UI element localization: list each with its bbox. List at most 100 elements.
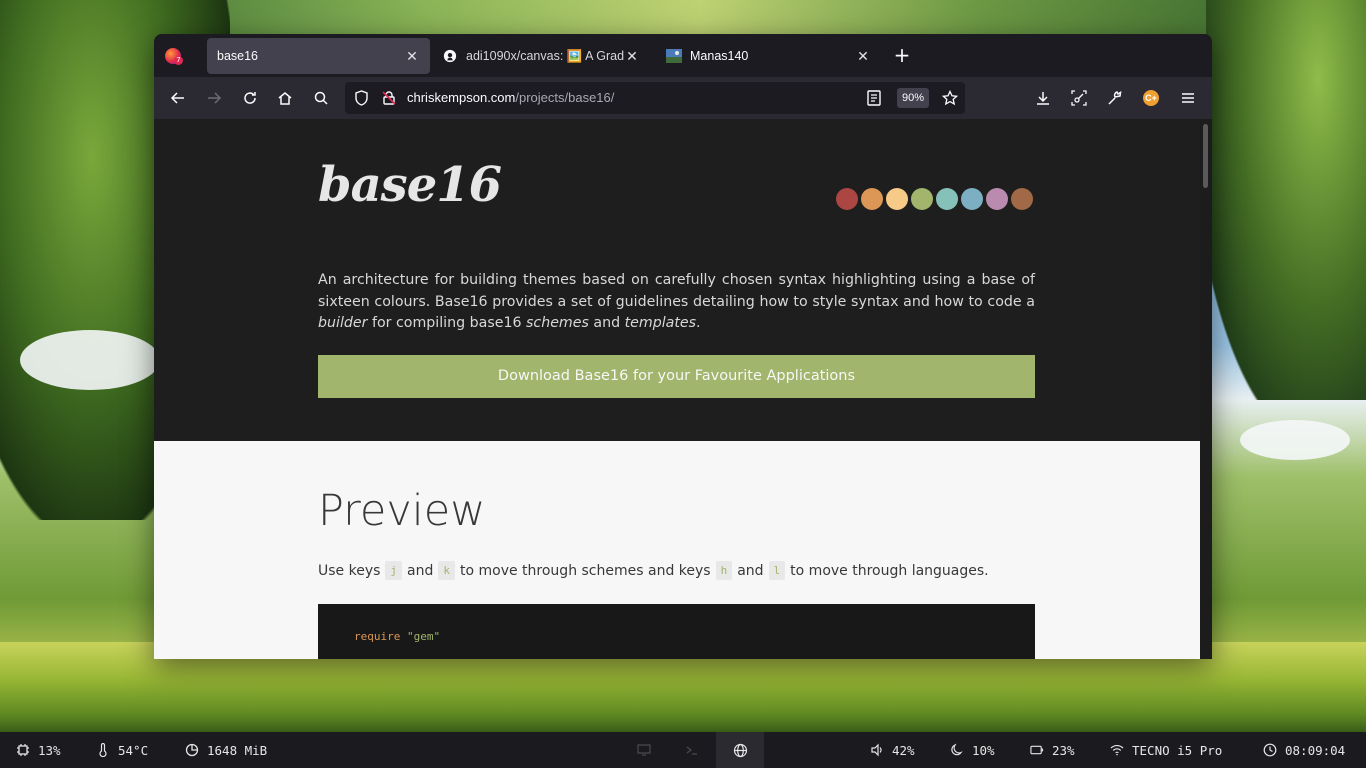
brightness-indicator[interactable]: 10% (950, 732, 995, 768)
developer-tools-wrench-icon[interactable] (1103, 86, 1127, 110)
preview-section: Preview Use keys j and k to move through… (154, 441, 1200, 659)
speaker-icon (870, 743, 884, 757)
url-bar[interactable]: chriskempson.com/projects/base16/ 90% (345, 82, 965, 114)
tab-bar: 7 base16 ✕ adi1090x/canvas: 🖼️ A Gradie … (154, 34, 1212, 77)
code-keyword: require (354, 630, 401, 643)
intro-paragraph: An architecture for building themes base… (318, 270, 1035, 335)
key-hint: j (385, 561, 403, 580)
browser-window: 7 base16 ✕ adi1090x/canvas: 🖼️ A Gradie … (154, 34, 1212, 659)
url-path: /projects/base16/ (515, 90, 615, 105)
reload-button[interactable] (238, 86, 262, 110)
new-tab-button[interactable]: + (892, 45, 912, 65)
github-icon (442, 48, 458, 64)
key-hint: l (768, 561, 786, 580)
tab-title: Manas140 (690, 49, 749, 63)
temperature-value: 54°C (118, 742, 149, 758)
intro-text: An architecture for building themes base… (318, 272, 1035, 310)
reader-view-icon[interactable] (862, 86, 886, 110)
terminal-icon[interactable] (668, 732, 716, 768)
tab-manas140[interactable]: Manas140 ✕ (656, 38, 881, 74)
download-button[interactable]: Download Base16 for your Favourite Appli… (318, 355, 1035, 398)
color-swatch (836, 188, 858, 210)
code-preview[interactable]: require "gem" (318, 604, 1035, 659)
color-swatch (911, 188, 933, 210)
intro-text: for compiling base16 (367, 315, 527, 332)
back-button[interactable] (166, 86, 190, 110)
url-text[interactable]: chriskempson.com/projects/base16/ (407, 90, 614, 105)
memory-value: 1648 MiB (207, 742, 268, 758)
thermometer-icon (96, 743, 110, 757)
close-icon[interactable]: ✕ (404, 48, 420, 65)
volume-indicator[interactable]: 42% (870, 732, 915, 768)
tab-base16[interactable]: base16 ✕ (207, 38, 430, 74)
brightness-value: 10% (972, 742, 995, 758)
workspace-switcher (620, 732, 764, 768)
instruction-text: Use keys (318, 562, 381, 579)
temperature-indicator[interactable]: 54°C (96, 732, 148, 768)
battery-indicator[interactable]: 23% (1030, 732, 1075, 768)
page-scrollbar[interactable] (1200, 119, 1212, 659)
key-hint: h (715, 561, 733, 580)
cpu-indicator[interactable]: 13% (16, 732, 61, 768)
intro-text: and (588, 315, 625, 332)
wallpaper-cloud (20, 330, 160, 390)
key-hint: k (438, 561, 455, 580)
cpu-value: 13% (38, 742, 61, 758)
color-swatch (936, 188, 958, 210)
instruction-text: and (737, 562, 764, 579)
memory-pie-icon (185, 743, 199, 757)
intro-emphasis: templates (624, 315, 697, 332)
site-favicon-icon (666, 48, 682, 64)
close-icon[interactable]: ✕ (855, 48, 871, 65)
downloads-icon[interactable] (1031, 86, 1055, 110)
clock-time: 08:09:04 (1285, 742, 1346, 758)
intro-emphasis: schemes (526, 315, 589, 332)
preview-title: Preview (318, 486, 486, 536)
wallpaper-cloud (1240, 420, 1350, 460)
close-icon[interactable]: ✕ (624, 48, 640, 65)
wifi-network-name: TECNO i5 Pro (1132, 742, 1223, 758)
taskbar: 13% 54°C 1648 MiB 42% 10% 23% TECNO i5 P… (0, 732, 1366, 768)
code-line: require "gem" (354, 630, 440, 643)
color-swatches (836, 188, 1033, 210)
insecure-lock-icon[interactable] (377, 86, 401, 110)
search-icon[interactable] (309, 86, 333, 110)
hero-section: base16 An architecture for building them… (154, 119, 1200, 441)
instruction-text: and (407, 562, 434, 579)
clock-icon (1263, 743, 1277, 757)
forward-button[interactable] (202, 86, 226, 110)
home-button[interactable] (273, 86, 297, 110)
wifi-icon (1110, 743, 1124, 757)
notification-badge: 7 (174, 56, 183, 65)
account-avatar[interactable]: C+ (1143, 90, 1159, 106)
code-string: "gem" (406, 630, 441, 643)
page-viewport[interactable]: base16 An architecture for building them… (154, 119, 1200, 659)
tab-title: base16 (217, 49, 259, 63)
battery-icon (1030, 743, 1044, 757)
wallpaper-tree-right (1206, 0, 1366, 400)
clock[interactable]: 08:09:04 (1263, 732, 1345, 768)
color-swatch (1011, 188, 1033, 210)
url-domain: chriskempson.com (407, 90, 516, 105)
intro-text: . (696, 315, 701, 332)
wifi-indicator[interactable]: TECNO i5 Pro (1110, 732, 1222, 768)
hamburger-menu-icon[interactable] (1176, 86, 1200, 110)
globe-icon[interactable] (716, 732, 764, 768)
color-swatch (986, 188, 1008, 210)
screenshot-icon[interactable] (1067, 86, 1091, 110)
color-swatch (886, 188, 908, 210)
tab-canvas[interactable]: adi1090x/canvas: 🖼️ A Gradie ✕ (432, 38, 650, 74)
scrollbar-thumb[interactable] (1203, 124, 1208, 188)
moon-icon (950, 743, 964, 757)
navigation-bar: chriskempson.com/projects/base16/ 90% C+ (154, 77, 1212, 119)
battery-value: 23% (1052, 742, 1075, 758)
color-swatch (961, 188, 983, 210)
monitor-icon[interactable] (620, 732, 668, 768)
memory-indicator[interactable]: 1648 MiB (185, 732, 267, 768)
preview-instructions: Use keys j and k to move through schemes… (318, 561, 989, 580)
shield-icon[interactable] (349, 86, 373, 110)
site-logo[interactable]: base16 (318, 157, 502, 213)
bookmark-star-icon[interactable] (938, 86, 962, 110)
zoom-level-button[interactable]: 90% (897, 88, 929, 108)
cpu-chip-icon (16, 743, 30, 757)
